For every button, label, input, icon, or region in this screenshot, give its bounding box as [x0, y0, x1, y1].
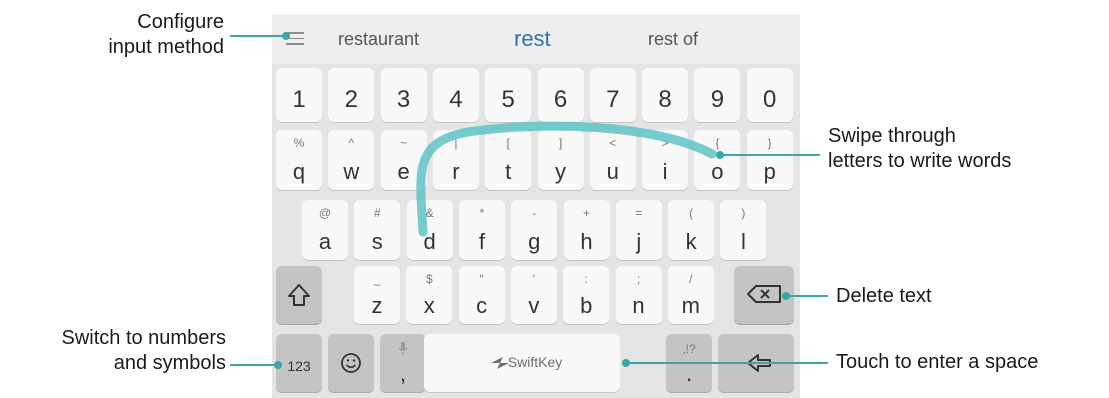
callout-space: Touch to enter a space: [836, 351, 1039, 373]
keyboard: restaurant rest rest of 1234567890 % q ^ w ~…: [272, 14, 800, 398]
leader-configure: [230, 35, 286, 37]
leader-space: [626, 362, 828, 364]
leader-configure-dot: [282, 32, 290, 40]
callout-delete: Delete text: [836, 285, 932, 307]
callout-switch-line2: and symbols: [113, 352, 226, 374]
callout-swipe: Swipe through letters to write words: [828, 124, 1098, 174]
leader-switch-dot: [274, 361, 282, 369]
leader-swipe-dot: [716, 151, 724, 159]
leader-delete-dot: [782, 292, 790, 300]
callout-switch-line1: Switch to numbers: [61, 327, 226, 349]
leader-space-dot: [622, 359, 630, 367]
leader-swipe: [720, 154, 820, 156]
callout-swipe-line1: Swipe through: [828, 125, 956, 147]
leader-delete: [786, 295, 828, 297]
swipe-trail-icon: [416, 121, 717, 237]
callout-configure: Configure input method: [100, 10, 224, 60]
callout-configure-line2: input method: [108, 36, 224, 58]
callout-swipe-line2: letters to write words: [828, 150, 1012, 172]
leader-switch: [230, 364, 278, 366]
callout-configure-line1: Configure: [137, 11, 224, 33]
callout-switch: Switch to numbers and symbols: [4, 326, 226, 376]
